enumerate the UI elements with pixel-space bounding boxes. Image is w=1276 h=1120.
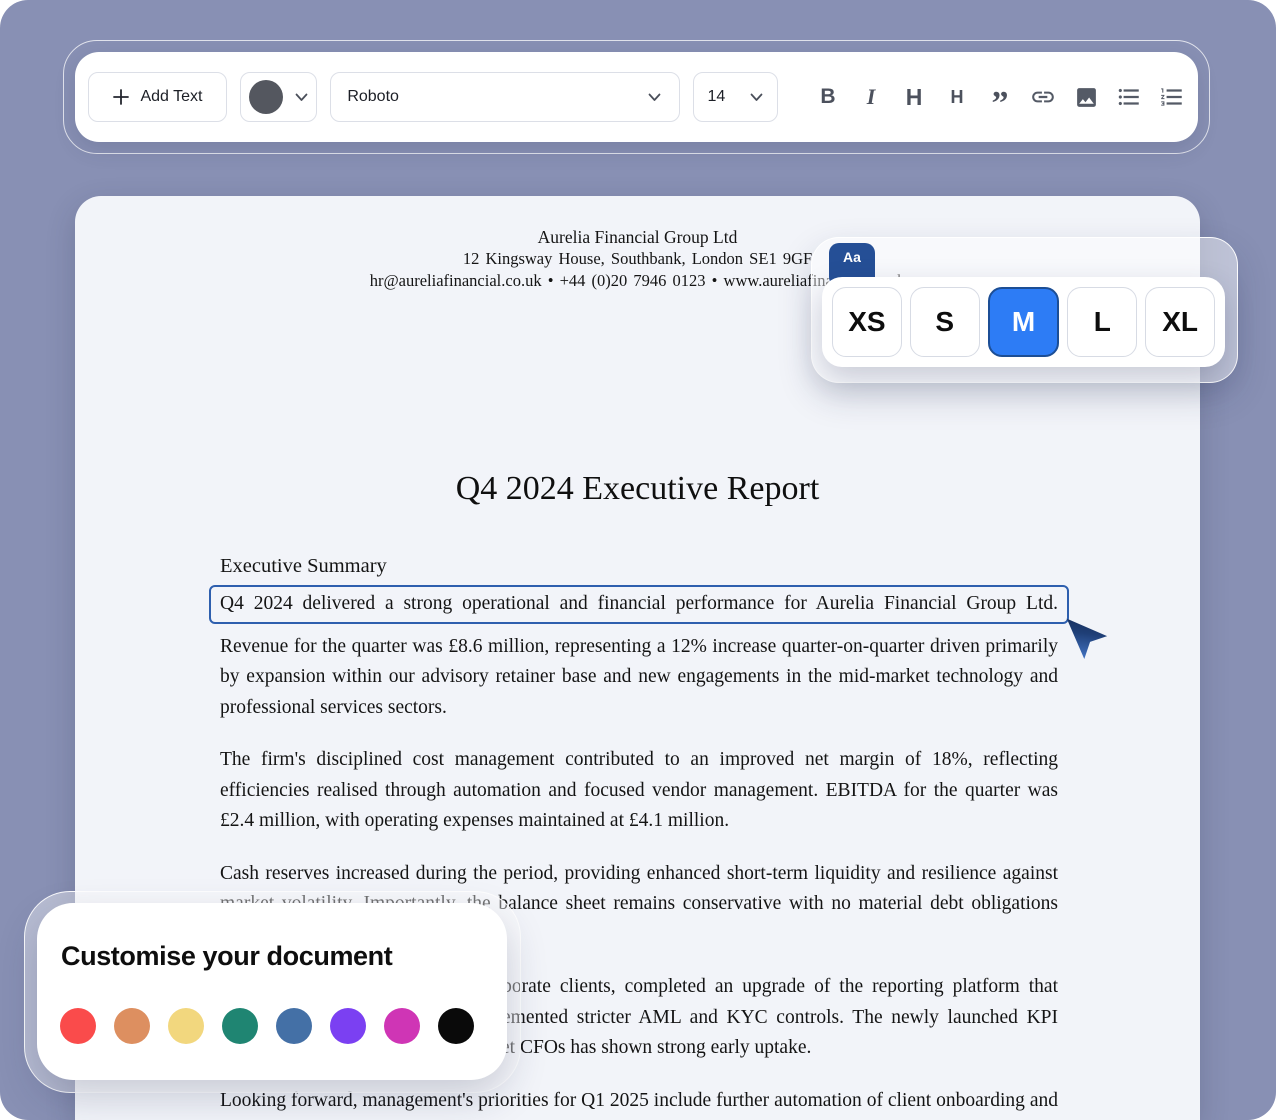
text-color-dropdown[interactable] bbox=[240, 72, 317, 122]
current-color-swatch bbox=[249, 80, 283, 114]
mouse-pointer-icon bbox=[1056, 608, 1108, 664]
add-text-button[interactable]: Add Text bbox=[88, 72, 227, 122]
font-family-select[interactable]: Roboto bbox=[330, 72, 679, 122]
bullet-list-icon[interactable] bbox=[1116, 83, 1142, 111]
format-buttons: B I H H ” bbox=[815, 76, 1185, 118]
size-option-m[interactable]: M bbox=[988, 287, 1060, 357]
selected-text-line[interactable]: Q4 2024 delivered a strong operational a… bbox=[209, 585, 1069, 624]
customise-popup: Customise your document bbox=[37, 903, 507, 1080]
swatch-orange[interactable] bbox=[114, 1008, 150, 1044]
swatch-yellow[interactable] bbox=[168, 1008, 204, 1044]
size-option-l[interactable]: L bbox=[1067, 287, 1137, 357]
heading-1-icon[interactable]: H bbox=[901, 83, 927, 111]
size-options-panel: XS S M L XL bbox=[822, 277, 1225, 367]
numbered-list-icon[interactable] bbox=[1159, 83, 1185, 111]
swatch-teal[interactable] bbox=[222, 1008, 258, 1044]
chevron-down-icon bbox=[750, 93, 763, 102]
editor-screen: Add Text Roboto 14 B I H H ” bbox=[0, 0, 1276, 1120]
swatch-black[interactable] bbox=[438, 1008, 474, 1044]
chevron-down-icon bbox=[295, 93, 308, 102]
section-heading[interactable]: Executive Summary bbox=[220, 553, 1058, 579]
formatting-toolbar: Add Text Roboto 14 B I H H ” bbox=[75, 52, 1198, 142]
insert-image-icon[interactable] bbox=[1073, 83, 1099, 111]
bold-icon[interactable]: B bbox=[815, 83, 841, 111]
document-title[interactable]: Q4 2024 Executive Report bbox=[75, 469, 1200, 509]
customise-title: Customise your document bbox=[61, 941, 392, 972]
heading-2-icon[interactable]: H bbox=[944, 83, 970, 111]
size-option-s[interactable]: S bbox=[910, 287, 980, 357]
font-family-value: Roboto bbox=[347, 88, 399, 106]
plus-icon bbox=[112, 88, 130, 106]
paragraph[interactable]: The firm's disciplined cost management c… bbox=[220, 745, 1058, 837]
swatch-red[interactable] bbox=[60, 1008, 96, 1044]
swatch-purple[interactable] bbox=[330, 1008, 366, 1044]
font-size-select[interactable]: 14 bbox=[693, 72, 779, 122]
link-icon[interactable] bbox=[1030, 83, 1056, 111]
swatch-blue[interactable] bbox=[276, 1008, 312, 1044]
add-text-label: Add Text bbox=[140, 88, 202, 106]
chevron-down-icon bbox=[648, 93, 661, 102]
swatch-magenta[interactable] bbox=[384, 1008, 420, 1044]
size-option-xl[interactable]: XL bbox=[1145, 287, 1215, 357]
blockquote-icon[interactable]: ” bbox=[987, 76, 1013, 118]
colour-swatch-row bbox=[60, 1008, 474, 1044]
font-size-value: 14 bbox=[708, 88, 726, 106]
italic-icon[interactable]: I bbox=[858, 83, 884, 111]
paragraph[interactable]: Revenue for the quarter was £8.6 million… bbox=[220, 632, 1058, 724]
size-option-xs[interactable]: XS bbox=[832, 287, 902, 357]
